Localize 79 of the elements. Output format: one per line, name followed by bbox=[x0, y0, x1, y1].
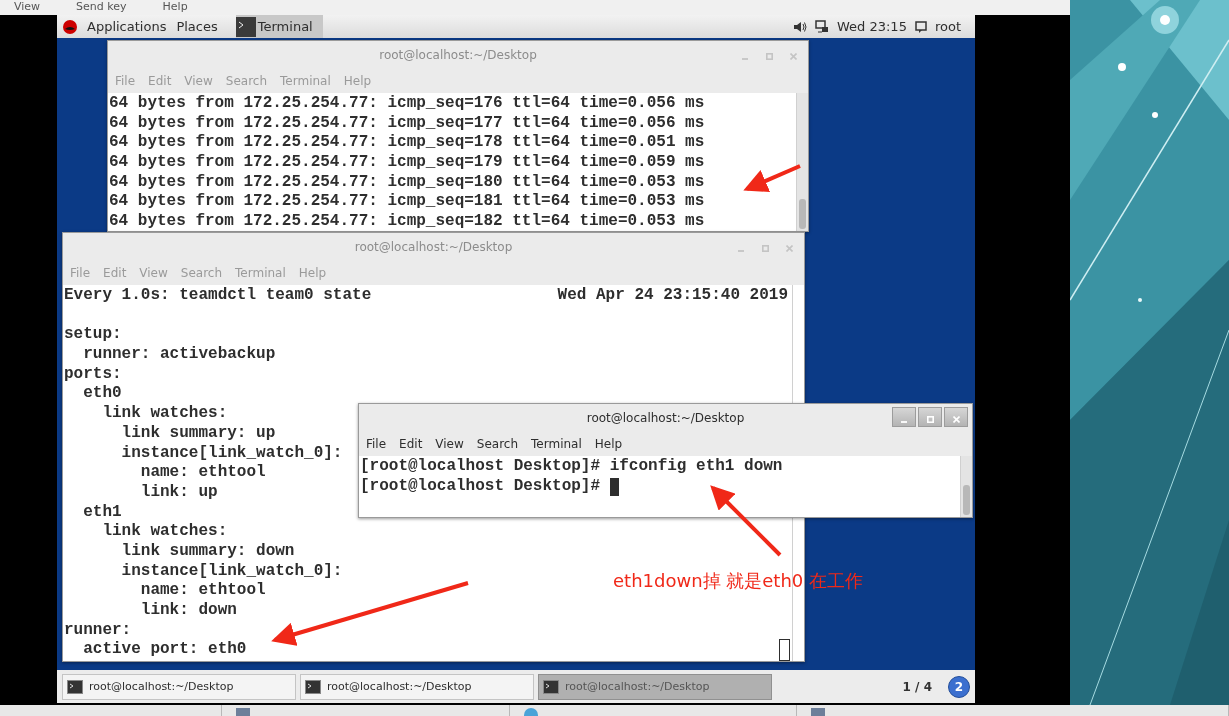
user-icon bbox=[914, 20, 927, 33]
output-line: runner: activebackup bbox=[82, 345, 276, 365]
taskbar-button[interactable]: root@localhost:~/Desktop bbox=[300, 673, 534, 700]
menu-item[interactable]: Send key bbox=[76, 0, 127, 15]
output-line: name: ethtool bbox=[139, 581, 266, 602]
output-line: 64 bytes from 172.25.254.77: icmp_seq=181 ttl=64 time=0.053 ms bbox=[109, 192, 705, 213]
menu-item[interactable]: Edit bbox=[399, 436, 423, 451]
menu-item[interactable]: Terminal bbox=[531, 436, 582, 451]
output-line: instance[link_watch_0]: bbox=[120, 561, 343, 582]
output-line: link watches: bbox=[101, 404, 228, 424]
scrollbar[interactable] bbox=[796, 93, 808, 231]
output-line: [root@localhost Desktop]# bbox=[360, 476, 601, 497]
command-line: Every 1.0s: teamdctl team0 state bbox=[64, 286, 372, 306]
app-name: Terminal bbox=[257, 19, 313, 34]
close-icon bbox=[952, 415, 960, 423]
output-line: 64 bytes from 172.25.254.77: icmp_seq=182 ttl=64 time=0.053 ms bbox=[109, 212, 705, 231]
output-line: link: up bbox=[139, 482, 218, 503]
output-line: setup: bbox=[64, 325, 122, 346]
app-icon[interactable] bbox=[236, 708, 250, 716]
menu-item[interactable]: File bbox=[366, 436, 387, 451]
annotation-text: eth1down掉 就是eth0 在工作 bbox=[613, 569, 863, 593]
terminal-icon bbox=[235, 16, 256, 37]
output-line: instance[link_watch_0]: bbox=[120, 443, 343, 464]
timestamp: Wed Apr 24 23:15:40 2019 bbox=[557, 286, 788, 306]
menu-item[interactable]: Help bbox=[162, 0, 188, 15]
output-line: link: down bbox=[139, 601, 237, 621]
places-menu[interactable]: Places bbox=[176, 19, 218, 34]
menu-item[interactable]: Help bbox=[594, 436, 623, 451]
taskbar-button[interactable]: root@localhost:~/Desktop bbox=[538, 673, 772, 700]
output-line: active port: eth0 bbox=[82, 640, 247, 661]
output-line: eth0 bbox=[82, 384, 122, 405]
output-line: 64 bytes from 172.25.254.77: icmp_seq=178 ttl=64 time=0.051 ms bbox=[109, 133, 705, 154]
output-line: ports: bbox=[64, 364, 122, 385]
terminal-icon bbox=[305, 679, 321, 694]
applications-menu[interactable]: Applications bbox=[87, 19, 167, 34]
app-menu[interactable]: Terminal bbox=[235, 15, 323, 38]
menu-item[interactable]: View bbox=[14, 0, 41, 15]
minimize-button[interactable] bbox=[892, 407, 916, 427]
maximize-icon bbox=[761, 244, 769, 252]
maximize-button[interactable] bbox=[918, 407, 942, 427]
menu-item[interactable]: View bbox=[435, 436, 464, 451]
output-line: 64 bytes from 172.25.254.77: icmp_seq=176 ttl=64 time=0.056 ms bbox=[109, 94, 705, 114]
menu-item[interactable]: Search bbox=[476, 436, 519, 451]
minimize-icon bbox=[901, 421, 907, 423]
scrollbar[interactable] bbox=[960, 456, 972, 517]
minimize-icon bbox=[742, 58, 748, 60]
output-line: [root@localhost Desktop]# ifconfig eth1 down bbox=[360, 457, 783, 477]
window-title: root@localhost:~/Desktop bbox=[354, 239, 513, 254]
maximize-icon bbox=[765, 52, 773, 60]
output-line: 64 bytes from 172.25.254.77: icmp_seq=177 ttl=64 time=0.056 ms bbox=[109, 113, 705, 134]
close-icon bbox=[789, 52, 797, 60]
output-line: eth1 bbox=[82, 502, 122, 523]
app-icon[interactable] bbox=[811, 708, 825, 716]
output-line: 64 bytes from 172.25.254.77: icmp_seq=179 ttl=64 time=0.059 ms bbox=[109, 153, 705, 173]
terminal-icon bbox=[543, 679, 559, 694]
workspace-pager[interactable]: 1 / 4 bbox=[902, 679, 932, 694]
user-menu[interactable]: root bbox=[934, 19, 961, 34]
maximize-icon bbox=[926, 415, 934, 423]
arrow bbox=[710, 485, 782, 557]
output-line: runner: bbox=[64, 620, 132, 641]
close-button[interactable] bbox=[944, 407, 968, 427]
clock[interactable]: Wed 23:15 bbox=[836, 19, 907, 34]
window-title: root@localhost:~/Desktop bbox=[379, 47, 537, 62]
terminal-icon bbox=[67, 679, 83, 694]
window-title: root@localhost:~/Desktop bbox=[586, 410, 745, 425]
network-icon bbox=[814, 19, 829, 34]
taskbar-button[interactable]: root@localhost:~/Desktop bbox=[62, 673, 296, 700]
output-line: link summary: up bbox=[120, 423, 276, 444]
volume-icon bbox=[792, 20, 807, 33]
output-line: link summary: down bbox=[120, 541, 295, 562]
notification-badge[interactable]: 2 bbox=[948, 675, 970, 698]
close-icon bbox=[785, 244, 793, 252]
minimize-icon bbox=[738, 250, 744, 252]
app-icon[interactable] bbox=[524, 708, 538, 716]
arrow bbox=[743, 164, 801, 193]
output-line: link watches: bbox=[101, 522, 228, 542]
hat-icon bbox=[63, 19, 77, 34]
output-line: 64 bytes from 172.25.254.77: icmp_seq=180 ttl=64 time=0.053 ms bbox=[109, 172, 705, 193]
output-line: name: ethtool bbox=[139, 463, 266, 483]
